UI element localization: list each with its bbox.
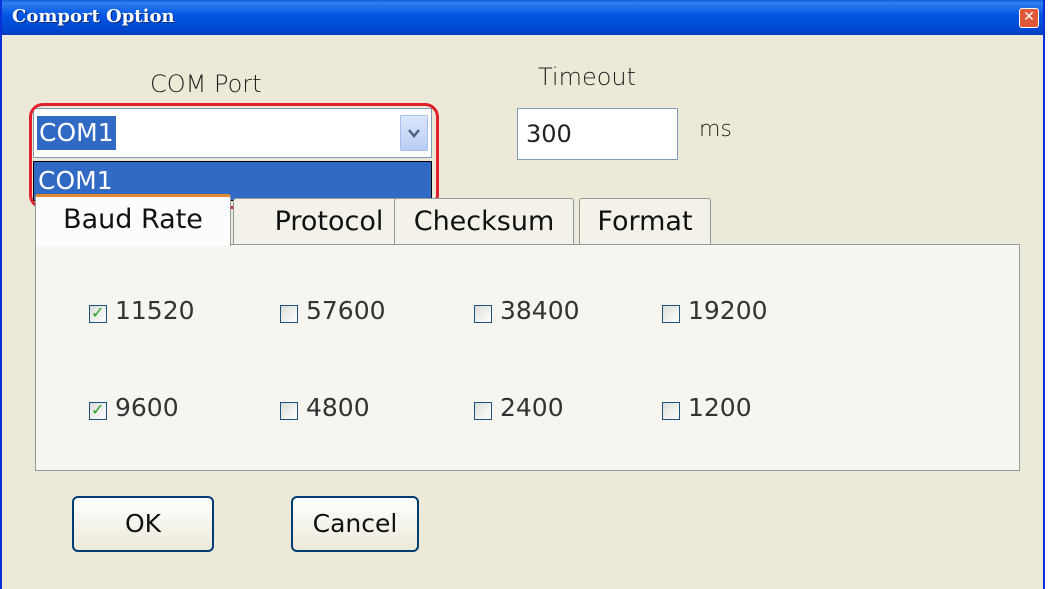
checkbox-box[interactable]: ✓	[89, 400, 107, 420]
checkbox-box[interactable]: ✓	[89, 303, 107, 323]
checkbox-label: 19200	[688, 296, 768, 325]
tab-baud-rate[interactable]: Baud Rate	[35, 194, 231, 246]
checkbox-box[interactable]	[474, 402, 492, 420]
tab-checksum[interactable]: Checksum	[394, 198, 574, 244]
check-icon: ✓	[91, 400, 105, 419]
comport-option-dialog: Comport Option ✕ COM Port COM1 COM1 Time…	[0, 0, 1045, 589]
window-title: Comport Option	[12, 6, 175, 27]
checkbox-label: 4800	[306, 393, 370, 422]
checkbox-box[interactable]	[662, 305, 680, 323]
cancel-button[interactable]: Cancel	[291, 496, 419, 552]
baud-rate-panel	[35, 244, 1020, 471]
check-icon: ✓	[91, 303, 105, 322]
title-bar[interactable]: Comport Option ✕	[2, 0, 1043, 35]
checkbox-label: 2400	[500, 393, 564, 422]
checkbox-label: 11520	[115, 296, 195, 325]
checkbox-label: 38400	[500, 296, 580, 325]
checkbox-label: 1200	[688, 393, 752, 422]
checkbox-box[interactable]	[662, 402, 680, 420]
checkbox-label: 57600	[306, 296, 386, 325]
checkbox-label: 9600	[115, 393, 179, 422]
ok-button[interactable]: OK	[72, 496, 214, 552]
tab-format[interactable]: Format	[579, 198, 711, 244]
checkbox-box[interactable]	[280, 402, 298, 420]
timeout-label: Timeout	[538, 63, 637, 91]
checkbox-box[interactable]	[474, 305, 492, 323]
timeout-unit-label: ms	[699, 117, 732, 142]
timeout-field[interactable]	[517, 108, 678, 160]
timeout-input[interactable]	[518, 109, 677, 159]
close-icon[interactable]: ✕	[1019, 8, 1039, 28]
checkbox-box[interactable]	[280, 305, 298, 323]
com-port-label: COM Port	[150, 70, 262, 98]
